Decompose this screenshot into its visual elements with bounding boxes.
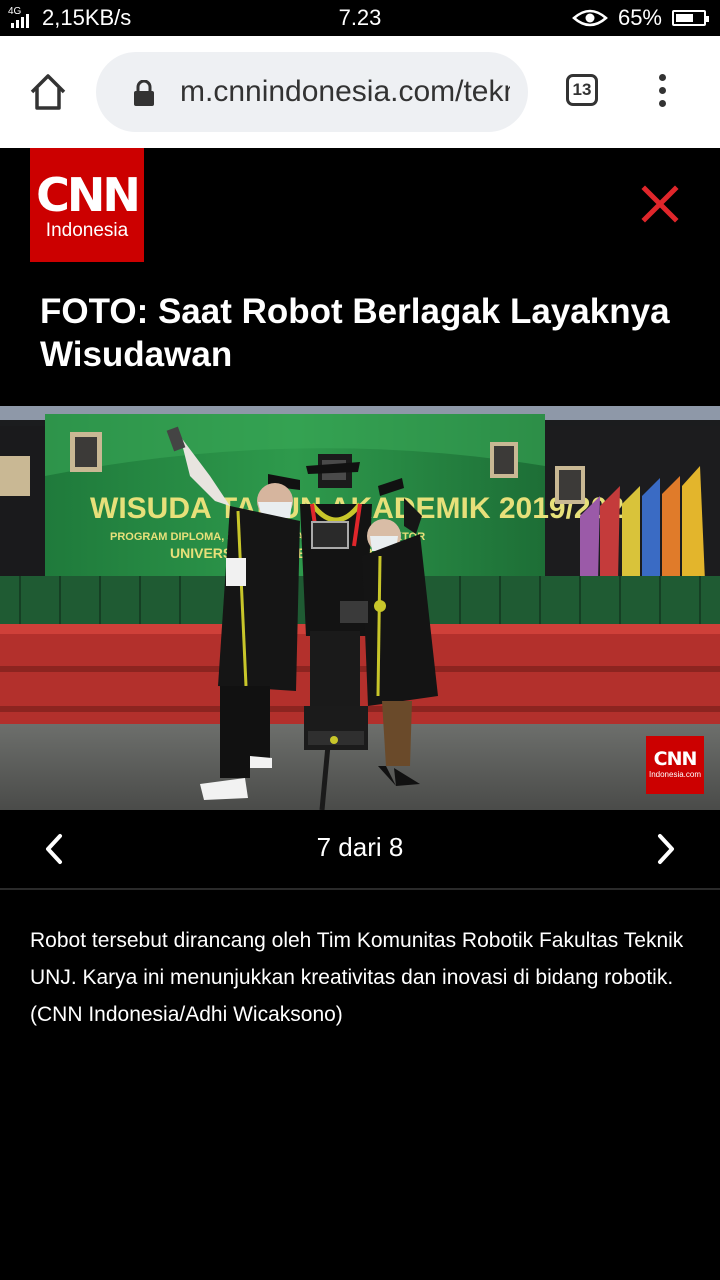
home-icon[interactable] [26,70,70,114]
battery-icon [672,10,709,26]
tab-switcher-button[interactable]: 13 [566,74,598,106]
article-title: FOTO: Saat Robot Berlagak Layaknya Wisud… [40,292,670,374]
logo-subtext: Indonesia [45,220,129,241]
watermark-text: CNN [653,748,698,770]
status-left: 4G 2,15KB/s [8,5,131,31]
battery-percent: 65% [617,5,662,30]
close-icon[interactable] [640,184,680,224]
watermark-subtext: Indonesia.com [648,770,702,779]
lock-icon [134,80,154,106]
gallery-pager: 7 dari 8 [0,812,720,890]
browser-toolbar: m.cnnindonesia.com/teknologi 13 [0,36,720,148]
network-speed: 2,15KB/s [42,5,132,30]
photo-caption: Robot tersebut dirancang oleh Tim Komuni… [30,929,684,1026]
cnn-indonesia-logo[interactable]: CNN Indonesia [30,148,144,262]
photo-counter: 7 dari 8 [316,832,404,862]
logo-text: CNN [36,168,141,222]
article-photo[interactable]: WISUDA TAHUN AKADEMIK 2019/2020 PROGRAM … [0,406,720,810]
status-right: 65% [572,5,709,31]
chevron-right-icon[interactable] [650,832,680,866]
signal-icon: 4G [8,7,36,29]
address-bar[interactable]: m.cnnindonesia.com/teknologi [96,52,528,132]
cnn-watermark: CNN Indonesia.com [646,736,704,794]
eye-icon [572,9,608,27]
url-text[interactable]: m.cnnindonesia.com/teknologi [180,74,510,110]
status-bar: 4G 2,15KB/s 7.23 65% [0,0,720,36]
overflow-menu-icon[interactable] [650,74,674,114]
